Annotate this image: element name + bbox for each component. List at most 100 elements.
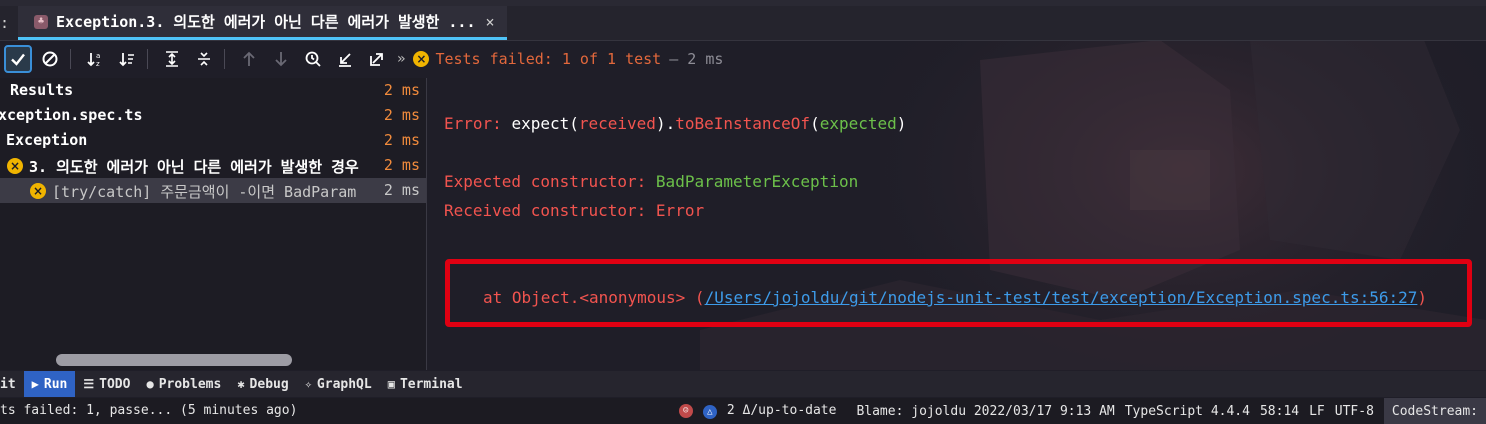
tree-row-suite-exception[interactable]: Exception 2 ms: [0, 128, 426, 153]
expected-constructor-line: Expected constructor: BadParameterExcept…: [444, 172, 858, 191]
close-paren: ): [896, 114, 907, 133]
jest-icon: ♣: [34, 14, 48, 29]
tab-exception-test[interactable]: ♣ Exception.3. 의도한 에러가 아닌 다른 에러가 발생한 ...…: [18, 6, 507, 40]
stack-suffix: ): [1417, 288, 1428, 307]
test-results-tree: Results 2 ms xception.spec.ts 2 ms Excep…: [0, 78, 427, 370]
arrow-up-icon: [243, 51, 255, 66]
tree-row-time: 2 ms: [383, 156, 420, 174]
sort-alpha-icon: az: [87, 52, 100, 68]
play-icon: ▶: [31, 377, 39, 391]
git-blame[interactable]: Blame: jojoldu 2022/03/17 9:13 AM: [856, 404, 1114, 419]
tree-row-time: 2 ms: [383, 131, 420, 149]
tool-tab-label: Problems: [158, 376, 222, 392]
test-history-button[interactable]: [299, 45, 327, 73]
tab-bar: : ♣ Exception.3. 의도한 에러가 아닌 다른 에러가 발생한 .…: [0, 6, 1486, 41]
vcs-status-text: 2 Δ/up-to-date: [726, 403, 837, 418]
import-tests-button[interactable]: [331, 45, 359, 73]
import-icon: [339, 53, 351, 67]
status-message[interactable]: ts failed: 1, passe... (5 minutes ago): [0, 403, 297, 418]
tool-tab-terminal[interactable]: ▣ Terminal: [380, 371, 471, 397]
tool-tab-run[interactable]: ▶ Run: [23, 371, 76, 397]
previous-failed-button[interactable]: [235, 45, 263, 73]
close-icon[interactable]: ×: [485, 13, 494, 31]
tree-row-label: 3. 의도한 에러가 아닌 다른 에러가 발생한 경우: [29, 158, 359, 176]
tool-tab-graphql[interactable]: ✧ GraphQL: [297, 371, 380, 397]
export-tests-button[interactable]: [363, 45, 391, 73]
codestream-status[interactable]: CodeStream:: [1383, 398, 1486, 424]
received-constructor-value: Error: [655, 201, 705, 220]
sort-duration-icon: [119, 53, 134, 67]
stack-file-link[interactable]: /Users/jojoldu/git/nodejs-unit-test/test…: [705, 288, 1418, 307]
bug-icon: ✱: [237, 377, 245, 391]
tree-row-time: 2 ms: [383, 81, 420, 99]
expected-token: expected: [819, 114, 897, 133]
expect-call: expect(: [511, 114, 579, 133]
next-failed-button[interactable]: [267, 45, 295, 73]
expand-all-icon: [166, 51, 178, 67]
toolbar-divider: [147, 49, 148, 69]
sort-by-duration-button[interactable]: [113, 45, 141, 73]
matcher-name: toBeInstanceOf: [675, 114, 811, 133]
language-version[interactable]: TypeScript 4.4.4: [1125, 404, 1250, 419]
tool-tab-debug[interactable]: ✱ Debug: [229, 371, 296, 397]
plugin-icon[interactable]: ☺: [678, 404, 693, 418]
tool-tab-label: Terminal: [399, 376, 463, 392]
sort-alphabetically-button[interactable]: az: [81, 45, 109, 73]
terminal-icon: ▣: [387, 377, 395, 391]
line-ending[interactable]: LF: [1309, 404, 1325, 419]
received-constructor-label: Received constructor:: [444, 201, 656, 220]
paren-dot: ).: [655, 114, 676, 133]
received-constructor-line: Received constructor: Error: [444, 201, 704, 220]
error-line: Error: expect(received).toBeInstanceOf(e…: [444, 114, 906, 133]
tree-row-time: 2 ms: [383, 106, 420, 124]
expand-all-button[interactable]: [158, 45, 186, 73]
test-output-console: Error: expect(received).toBeInstanceOf(e…: [427, 78, 1486, 370]
cursor-position[interactable]: 58:14: [1260, 404, 1299, 419]
status-bar-right: ☺ △ 2 Δ/up-to-date Blame: jojoldu 2022/03…: [678, 398, 1486, 424]
run-toolbar: az » × Tests failed: 1 of 1 test – 2 ms: [0, 41, 1486, 77]
svg-text:a: a: [96, 52, 100, 60]
toolbar-overflow-button[interactable]: »: [397, 51, 405, 67]
tests-failed-summary: Tests failed: 1 of 1 test: [435, 50, 662, 68]
cancel-icon: [42, 51, 58, 67]
error-prefix: Error:: [444, 114, 512, 133]
failed-status-icon: ×: [413, 51, 430, 67]
show-ignored-toggle[interactable]: [36, 45, 64, 73]
show-passed-toggle[interactable]: [4, 45, 32, 73]
arrow-down-icon: [275, 52, 287, 67]
tree-row-try-catch-test[interactable]: × [try/catch] 주문금액이 -이면 BadParam 2 ms: [0, 178, 426, 203]
file-encoding[interactable]: UTF-8: [1335, 404, 1374, 419]
toolbar-divider: [224, 49, 225, 69]
tree-row-test-case-3[interactable]: × 3. 의도한 에러가 아닌 다른 에러가 발생한 경우 2 ms: [0, 153, 426, 178]
tree-row-time: 2 ms: [383, 181, 420, 199]
tool-tab-label: it: [0, 376, 16, 392]
list-icon: ☰: [83, 377, 95, 391]
vcs-status[interactable]: △ 2 Δ/up-to-date: [702, 403, 847, 419]
history-icon: [305, 51, 321, 67]
received-token: received: [578, 114, 656, 133]
tool-tab-label: Debug: [249, 376, 289, 392]
expected-constructor-label: Expected constructor:: [444, 172, 656, 191]
failed-icon: ×: [30, 183, 46, 199]
open-paren: (: [810, 114, 820, 133]
tree-row-spec-file[interactable]: xception.spec.ts 2 ms: [0, 103, 426, 128]
warning-triangle-icon: △: [702, 405, 717, 419]
tool-tab-todo[interactable]: ☰ TODO: [75, 371, 138, 397]
graphql-icon: ✧: [304, 377, 312, 391]
tool-tab-git[interactable]: it: [0, 371, 24, 397]
horizontal-scrollbar[interactable]: [56, 354, 292, 366]
collapse-all-button[interactable]: [190, 45, 218, 73]
stack-trace-line: at Object.<anonymous> (/Users/jojoldu/gi…: [483, 288, 1427, 307]
check-icon: [11, 53, 25, 66]
tool-tab-label: TODO: [99, 376, 131, 392]
tool-tab-label: Run: [43, 376, 68, 392]
collapse-all-icon: [198, 52, 210, 66]
tab-prefix: :: [0, 14, 10, 32]
expected-constructor-value: BadParameterException: [655, 172, 859, 191]
tool-tab-problems[interactable]: ● Problems: [138, 371, 229, 397]
failed-icon: ×: [7, 158, 23, 174]
info-icon: ●: [146, 377, 154, 391]
tree-row-results[interactable]: Results 2 ms: [0, 78, 426, 103]
tests-duration: – 2 ms: [669, 50, 724, 68]
export-icon: [370, 53, 383, 66]
